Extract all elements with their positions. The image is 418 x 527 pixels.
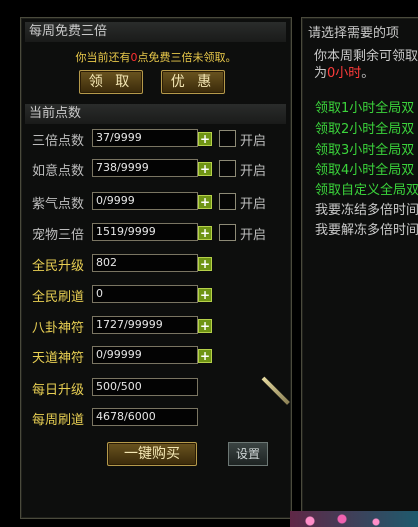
one-click-buy-button[interactable]: 一键购买 bbox=[107, 442, 197, 466]
claim-button[interactable]: 领 取 bbox=[79, 70, 143, 94]
enable-label: 开启 bbox=[240, 164, 267, 179]
notice-prefix: 你当前还有 bbox=[75, 51, 131, 64]
row-label: 全民刷道 bbox=[32, 290, 85, 305]
row-value: 0 bbox=[92, 285, 198, 303]
remaining-hours: 为0小时。 bbox=[314, 62, 374, 81]
points-row-ruyi: 如意点数 738/9999 + 开启 bbox=[21, 159, 291, 179]
checkbox-icon[interactable] bbox=[219, 130, 236, 147]
option-panel-title: 请选择需要的项 bbox=[308, 26, 400, 41]
plus-icon[interactable]: + bbox=[198, 319, 212, 333]
points-row-daily-levelup: 每日升级 500/500 bbox=[21, 378, 291, 398]
checkbox-icon[interactable] bbox=[219, 224, 236, 241]
option-2h[interactable]: 领取2小时全局双 bbox=[315, 118, 414, 137]
row-value: 802 bbox=[92, 254, 198, 272]
row-value: 500/500 bbox=[92, 378, 198, 396]
row-label: 三倍点数 bbox=[32, 134, 85, 149]
row-value: 4678/6000 bbox=[92, 408, 198, 426]
row-value: 738/9999 bbox=[92, 159, 198, 177]
option-freeze[interactable]: 我要冻结多倍时间 bbox=[315, 199, 418, 218]
checkbox-icon[interactable] bbox=[219, 193, 236, 210]
notice-count: 0 bbox=[130, 51, 138, 64]
row-value: 0/9999 bbox=[92, 192, 198, 210]
enable-label: 开启 bbox=[240, 134, 267, 149]
row-label: 每周刷道 bbox=[32, 413, 85, 428]
points-row-global-levelup: 全民升级 802 + bbox=[21, 254, 291, 274]
points-row-weekly-daofarm: 每周刷道 4678/6000 bbox=[21, 408, 291, 428]
points-row-global-daofarm: 全民刷道 0 + bbox=[21, 285, 291, 305]
row-value: 1519/9999 bbox=[92, 223, 198, 241]
enable-label: 开启 bbox=[240, 228, 267, 243]
notice-suffix: 点免费三倍未领取。 bbox=[137, 51, 237, 64]
row-value: 37/9999 bbox=[92, 129, 198, 147]
enable-label: 开启 bbox=[240, 197, 267, 212]
option-1h[interactable]: 领取1小时全局双 bbox=[315, 97, 414, 116]
plus-icon[interactable]: + bbox=[198, 195, 212, 209]
points-row-triple: 三倍点数 37/9999 + 开启 bbox=[21, 129, 291, 149]
points-row-tiandao-talisman: 天道神符 0/99999 + bbox=[21, 346, 291, 366]
points-row-ziqi: 紫气点数 0/9999 + 开启 bbox=[21, 192, 291, 212]
plus-icon[interactable]: + bbox=[198, 226, 212, 240]
triple-exp-panel: 每周免费三倍 你当前还有0点免费三倍未领取。 领 取 优 惠 当前点数 三倍点数… bbox=[20, 17, 292, 519]
row-label: 八卦神符 bbox=[32, 321, 85, 336]
option-unfreeze[interactable]: 我要解冻多倍时间 bbox=[315, 219, 418, 238]
settings-button[interactable]: 设置 bbox=[228, 442, 268, 466]
row-label: 紫气点数 bbox=[32, 197, 85, 212]
free-notice: 你当前还有0点免费三倍未领取。 bbox=[25, 49, 287, 65]
row-value: 0/99999 bbox=[92, 346, 198, 364]
flower-decoration bbox=[290, 511, 418, 527]
row-label: 天道神符 bbox=[32, 351, 85, 366]
hours-value: 0小时 bbox=[327, 66, 362, 81]
row-value: 1727/99999 bbox=[92, 316, 198, 334]
weekly-free-title: 每周免费三倍 bbox=[25, 22, 286, 42]
option-custom[interactable]: 领取自定义全局双 bbox=[315, 179, 418, 198]
checkbox-icon[interactable] bbox=[219, 160, 236, 177]
plus-icon[interactable]: + bbox=[198, 288, 212, 302]
current-points-title: 当前点数 bbox=[25, 104, 286, 124]
option-3h[interactable]: 领取3小时全局双 bbox=[315, 139, 414, 158]
plus-icon[interactable]: + bbox=[198, 257, 212, 271]
points-row-bagua-talisman: 八卦神符 1727/99999 + bbox=[21, 316, 291, 336]
offer-button[interactable]: 优 惠 bbox=[161, 70, 225, 94]
plus-icon[interactable]: + bbox=[198, 132, 212, 146]
plus-icon[interactable]: + bbox=[198, 349, 212, 363]
plus-icon[interactable]: + bbox=[198, 162, 212, 176]
hours-suffix: 。 bbox=[361, 66, 375, 81]
option-4h[interactable]: 领取4小时全局双 bbox=[315, 159, 414, 178]
hours-prefix: 为 bbox=[314, 66, 328, 81]
option-panel: 请选择需要的项 你本周剩余可领取 为0小时。 领取1小时全局双 领取2小时全局双… bbox=[301, 17, 418, 519]
points-row-pet-triple: 宠物三倍 1519/9999 + 开启 bbox=[21, 223, 291, 243]
row-label: 宠物三倍 bbox=[32, 228, 85, 243]
row-label: 如意点数 bbox=[32, 164, 85, 179]
row-label: 每日升级 bbox=[32, 383, 85, 398]
row-label: 全民升级 bbox=[32, 259, 85, 274]
